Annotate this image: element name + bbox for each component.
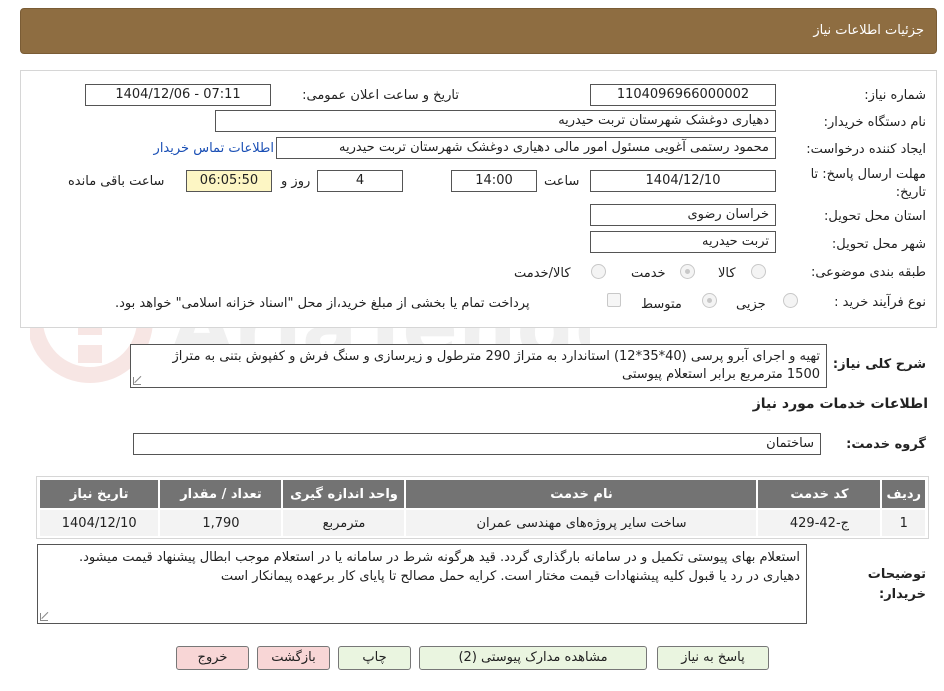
exit-button[interactable]: خروج xyxy=(176,646,249,670)
announce-field: 1404/12/06 - 07:11 xyxy=(85,84,271,106)
process-radio-minor[interactable] xyxy=(783,293,798,308)
category-option-goods: کالا xyxy=(718,266,736,281)
resize-handle[interactable] xyxy=(40,613,48,621)
table-header-row: ردیف کد خدمت نام خدمت واحد اندازه گیری ت… xyxy=(37,478,927,510)
category-option-goods-service: کالا/خدمت xyxy=(514,266,571,281)
service-group-label: گروه خدمت: xyxy=(846,437,926,452)
category-label: طبقه بندی موضوعی: xyxy=(810,265,926,280)
remaining-label: ساعت باقی مانده xyxy=(68,174,165,189)
process-label: نوع فرآیند خرید : xyxy=(834,295,926,310)
reply-button[interactable]: پاسخ به نیاز xyxy=(657,646,769,670)
deadline-time-label: ساعت xyxy=(544,174,580,189)
need-number-label: شماره نیاز: xyxy=(864,88,926,103)
city-label: شهر محل تحویل: xyxy=(831,237,926,252)
category-radio-service[interactable] xyxy=(680,264,695,279)
process-option-minor: جزیی xyxy=(736,297,766,312)
services-section-title: اطلاعات خدمات مورد نیاز xyxy=(752,396,928,412)
province-label: استان محل تحویل: xyxy=(824,209,926,224)
process-option-medium: متوسط xyxy=(641,297,682,312)
cell-unit: مترمربع xyxy=(281,508,407,538)
requester-field: محمود رستمی آغویی مسئول امور مالی دهیاری… xyxy=(276,137,776,159)
cell-need-date: 1404/12/10 xyxy=(37,508,161,538)
col-quantity: تعداد / مقدار xyxy=(158,478,284,510)
process-radio-medium[interactable] xyxy=(702,293,717,308)
city-field: تربت حیدریه xyxy=(590,231,776,253)
col-unit: واحد اندازه گیری xyxy=(281,478,407,510)
buyer-org-label: نام دستگاه خریدار: xyxy=(823,115,926,130)
cell-row: 1 xyxy=(880,508,927,538)
col-need-date: تاریخ نیاز xyxy=(37,478,161,510)
deadline-date-field: 1404/12/10 xyxy=(590,170,776,192)
col-row: ردیف xyxy=(880,478,927,510)
buyer-contact-link[interactable]: اطلاعات تماس خریدار xyxy=(154,141,274,156)
category-option-service: خدمت xyxy=(631,266,666,281)
print-button[interactable]: چاپ xyxy=(338,646,411,670)
page-title: جزئیات اطلاعات نیاز xyxy=(813,23,924,38)
payment-note: پرداخت تمام یا بخشی از مبلغ خرید،از محل … xyxy=(115,296,530,311)
requester-label: ایجاد کننده درخواست: xyxy=(806,142,926,157)
announce-label: تاریخ و ساعت اعلان عمومی: xyxy=(302,88,459,103)
buyer-notes-label: توضیحات خریدار: xyxy=(867,567,926,602)
province-field: خراسان رضوی xyxy=(590,204,776,226)
services-table: ردیف کد خدمت نام خدمت واحد اندازه گیری ت… xyxy=(37,478,927,538)
description-label: شرح کلی نیاز: xyxy=(832,357,926,372)
deadline-time-field: 14:00 xyxy=(451,170,537,192)
col-service-name: نام خدمت xyxy=(404,478,759,510)
cell-service-name: ساخت سایر پروژه‌های مهندسی عمران xyxy=(404,508,759,538)
col-service-code: کد خدمت xyxy=(756,478,883,510)
description-textarea[interactable]: تهیه و اجرای آبرو پرسی (40*35*12) استاند… xyxy=(130,344,827,388)
deadline-label: مهلت ارسال پاسخ: تا تاریخ: xyxy=(810,167,926,200)
buyer-org-field: دهیاری دوغشک شهرستان تربت حیدریه xyxy=(215,110,776,132)
need-number-field: 1104096966000002 xyxy=(590,84,776,106)
remaining-time-field: 06:05:50 xyxy=(186,170,272,192)
days-field: 4 xyxy=(317,170,403,192)
service-group-field: ساختمان xyxy=(133,433,821,455)
buyer-notes-textarea[interactable]: استعلام بهای پیوستی تکمیل و در سامانه با… xyxy=(37,544,807,624)
category-radio-goods[interactable] xyxy=(751,264,766,279)
attachments-button[interactable]: مشاهده مدارک پیوستی (2) xyxy=(419,646,647,670)
cell-service-code: ج-42-429 xyxy=(756,508,883,538)
description-text: تهیه و اجرای آبرو پرسی (40*35*12) استاند… xyxy=(172,349,820,382)
cell-quantity: 1,790 xyxy=(158,508,284,538)
resize-handle[interactable] xyxy=(133,377,141,385)
table-row: 1 ج-42-429 ساخت سایر پروژه‌های مهندسی عم… xyxy=(37,508,927,538)
category-radio-goods-service[interactable] xyxy=(591,264,606,279)
days-label: روز و xyxy=(281,174,311,189)
treasury-checkbox[interactable] xyxy=(607,293,621,307)
buyer-notes-text: استعلام بهای پیوستی تکمیل و در سامانه با… xyxy=(78,550,800,584)
back-button[interactable]: بازگشت xyxy=(257,646,330,670)
page-header: جزئیات اطلاعات نیاز xyxy=(20,8,937,54)
